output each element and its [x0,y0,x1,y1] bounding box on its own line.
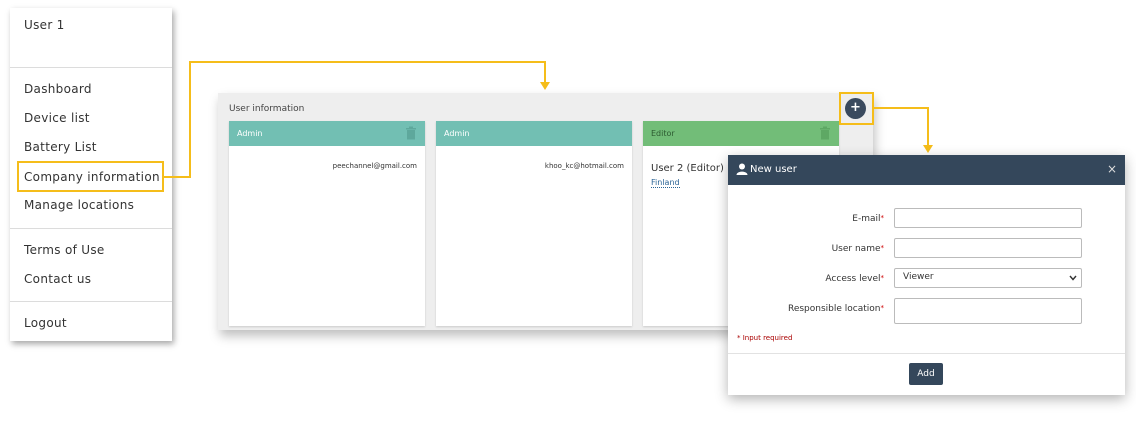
connector-arrow-icon [923,145,933,153]
user-card: Admin peechannel@gmail.com [229,121,425,326]
modal-footer-divider [728,353,1125,354]
menu-item-logout[interactable]: Logout [24,316,67,330]
card-role: Editor [651,129,675,138]
current-user: User 1 [24,18,65,32]
email-label: E-mail* [852,214,884,224]
card-header: Admin [229,121,425,146]
card-user-name: User 2 (Editor) [651,163,724,174]
card-location-link[interactable]: Finland [651,178,680,188]
location-row: Responsible location* [728,298,1125,324]
card-header: Editor [643,121,839,146]
username-field[interactable] [894,238,1082,258]
email-row: E-mail* [728,208,1125,232]
card-email: khoo_kc@hotmail.com [544,162,624,170]
menu-item-device-list[interactable]: Device list [24,111,90,125]
chevron-down-icon [1069,275,1077,281]
card-role: Admin [237,129,263,138]
user-card: Admin khoo_kc@hotmail.com [436,121,632,326]
menu-divider [10,301,172,302]
menu-divider [10,228,172,229]
connector-line [544,61,546,83]
required-note: * Input required [737,334,793,342]
menu-item-manage-locations[interactable]: Manage locations [24,198,134,212]
modal-title: New user [750,164,797,175]
menu-item-dashboard[interactable]: Dashboard [24,82,92,96]
username-label: User name* [831,244,884,254]
access-level-select[interactable]: Viewer [894,268,1082,288]
panel-title: User information [229,104,305,114]
location-field[interactable] [894,298,1082,324]
connector-line [927,107,929,145]
close-icon[interactable]: × [1107,162,1117,176]
modal-header: New user × [728,155,1125,185]
add-button[interactable]: Add [909,363,943,385]
access-level-label: Access level* [825,274,884,284]
menu-item-terms-of-use[interactable]: Terms of Use [24,243,105,257]
connector-line [189,61,191,178]
connector-line [164,176,190,178]
access-level-row: Access level* Viewer [728,268,1125,292]
menu-item-battery-list[interactable]: Battery List [24,140,97,154]
username-row: User name* [728,238,1125,262]
company-information-highlight [17,161,164,192]
background-strip [215,360,319,390]
trash-icon[interactable] [819,126,831,140]
new-user-modal: New user × E-mail* User name* Access lev… [728,155,1125,395]
menu-divider [10,67,172,68]
access-level-value: Viewer [903,272,934,282]
connector-line [874,107,929,109]
menu-item-contact-us[interactable]: Contact us [24,272,91,286]
trash-icon[interactable] [405,126,417,140]
location-label: Responsible location* [787,304,884,314]
email-field[interactable] [894,208,1082,228]
connector-arrow-icon [540,82,550,90]
user-icon [736,163,748,175]
card-header: Admin [436,121,632,146]
connector-line [189,61,546,63]
card-role: Admin [444,129,470,138]
add-button-highlight [839,92,874,125]
card-email: peechannel@gmail.com [332,162,417,170]
